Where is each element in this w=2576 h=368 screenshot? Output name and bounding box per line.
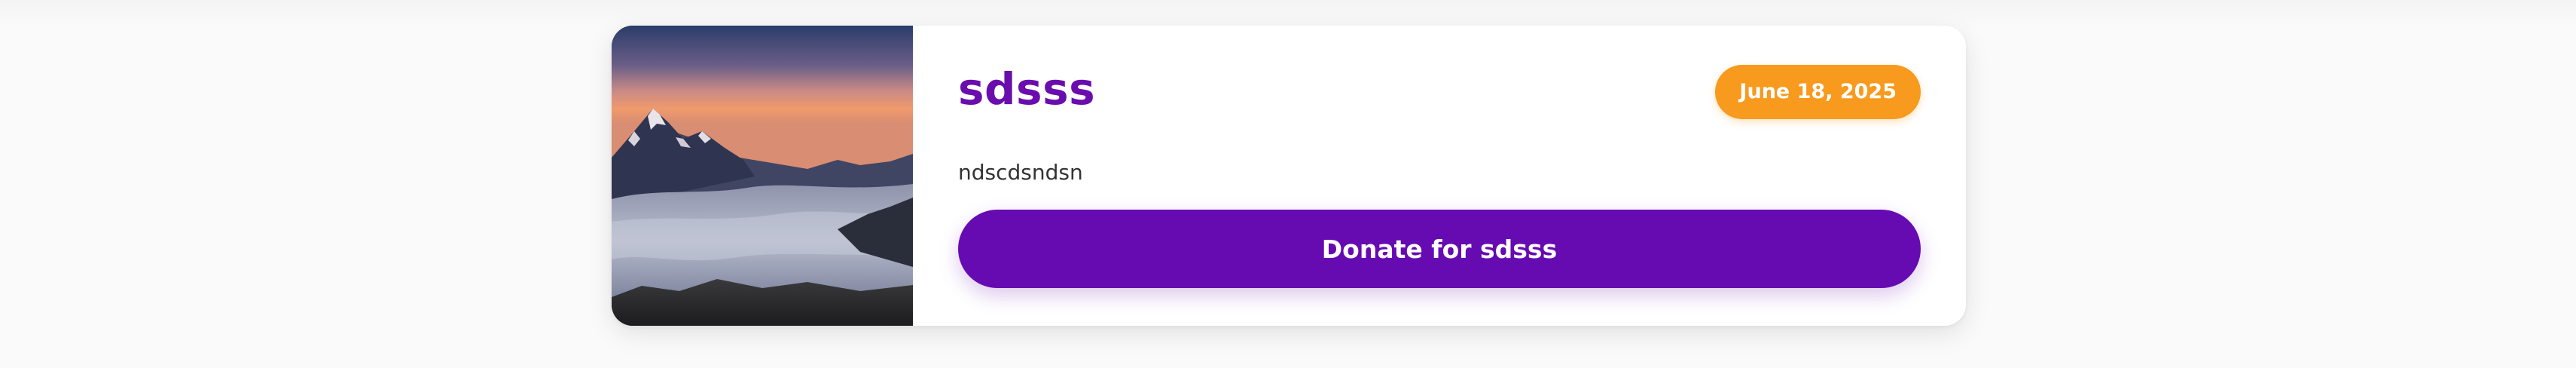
donate-button[interactable]: Donate for sdsss [958, 210, 1921, 288]
date-badge: June 18, 2025 [1715, 65, 1921, 119]
campaign-image [612, 26, 913, 326]
campaign-content: sdsss June 18, 2025 ndscdsndsn Donate fo… [913, 26, 1966, 326]
campaign-description: ndscdsndsn [958, 160, 1083, 185]
mountain-landscape-illustration [612, 26, 913, 326]
campaign-card: sdsss June 18, 2025 ndscdsndsn Donate fo… [612, 26, 1966, 326]
campaign-title: sdsss [958, 63, 1096, 115]
page: sdsss June 18, 2025 ndscdsndsn Donate fo… [0, 0, 2576, 368]
